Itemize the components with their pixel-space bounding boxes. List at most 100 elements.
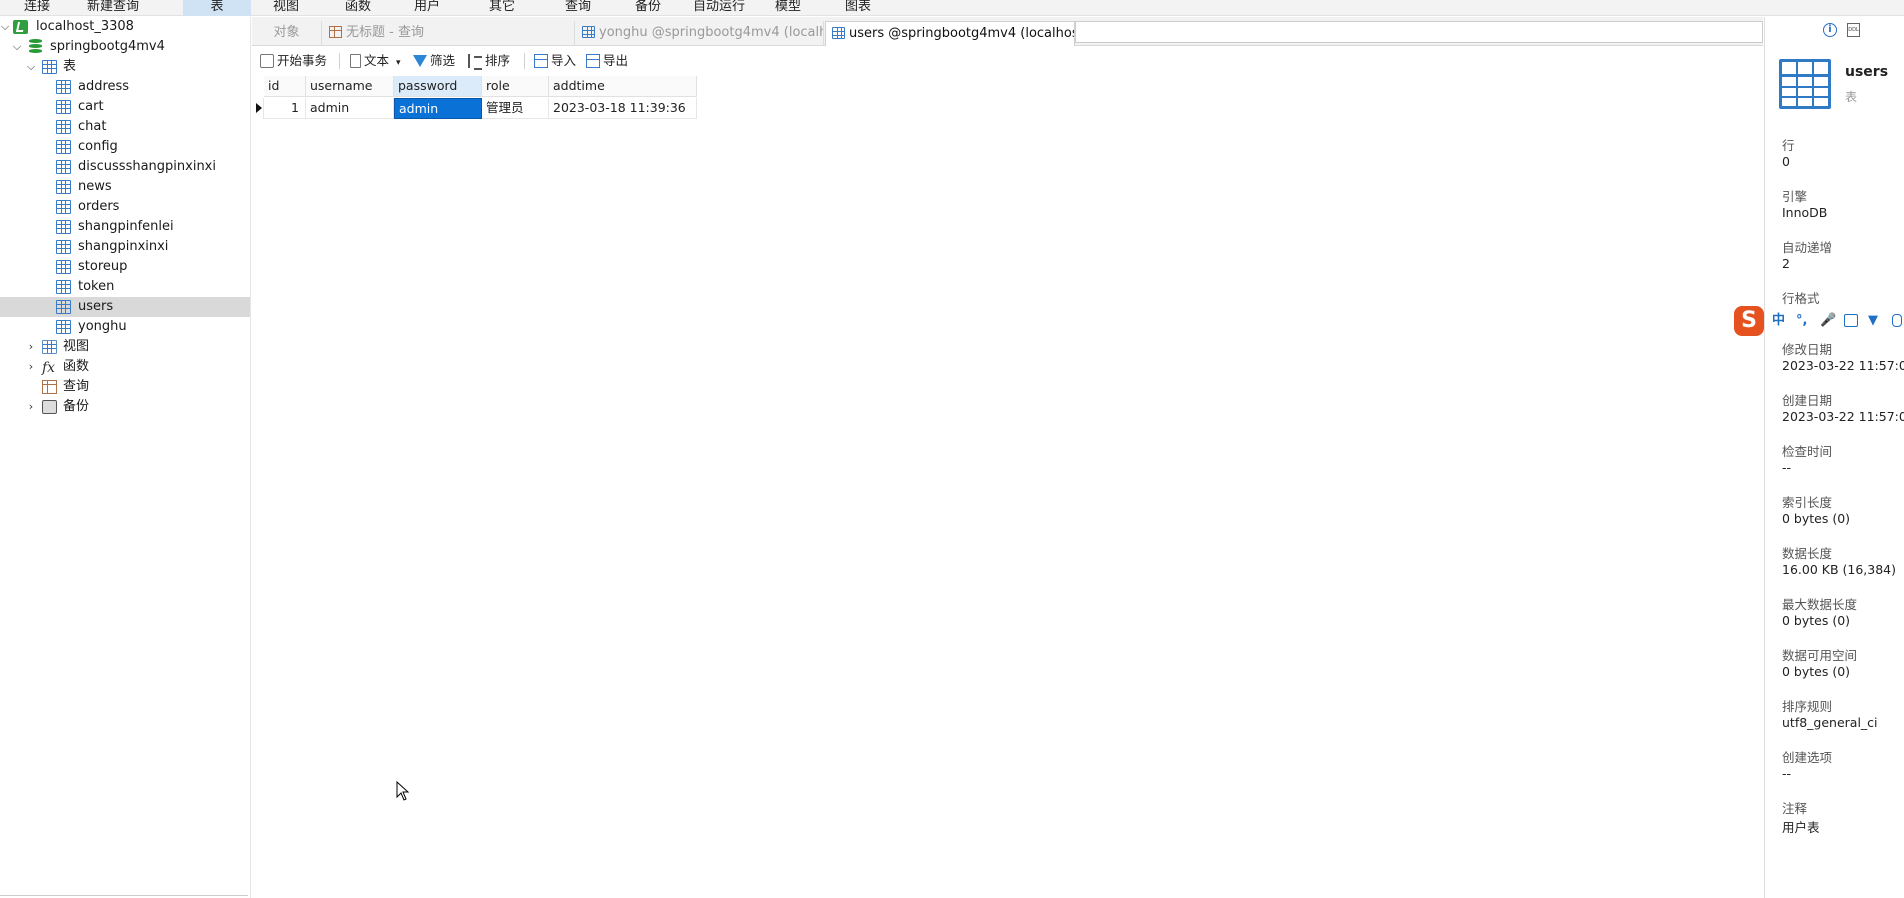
text-button[interactable]: 文本 ▾ — [350, 51, 401, 71]
tree-table-label: chat — [78, 119, 107, 134]
keyboard-icon[interactable] — [1844, 314, 1858, 327]
backup-icon — [42, 400, 57, 414]
menu-chart[interactable]: 图表 — [840, 0, 876, 16]
info-value: -- — [1782, 460, 1792, 475]
chevron-right-icon[interactable]: › — [26, 357, 36, 377]
toolbar-divider — [524, 53, 525, 69]
column-header-id[interactable]: id — [264, 76, 306, 97]
cell-password-selected[interactable]: admin — [394, 98, 482, 119]
menu-backup[interactable]: 备份 — [630, 0, 666, 16]
tree-table-label: shangpinxinxi — [78, 239, 169, 254]
tree-table-label: orders — [78, 199, 120, 214]
tree-functions-label: 函数 — [63, 359, 90, 374]
chevron-down-icon[interactable]: ⌵ — [12, 37, 22, 57]
ime-toolbar[interactable]: S 中 °, 🎤 ▼ — [1734, 301, 1904, 341]
column-header-username[interactable]: username — [306, 76, 394, 97]
caret-down-icon[interactable]: ▾ — [396, 58, 401, 68]
info-label: 排序规则 — [1782, 699, 1833, 714]
tab-users-label: users @springbootg4mv4 (localhost... — [849, 26, 1075, 41]
tree-table-item[interactable]: shangpinxinxi — [0, 237, 250, 257]
menu-function[interactable]: 函数 — [340, 0, 376, 16]
menu-new-query[interactable]: 新建查询 — [80, 0, 146, 16]
menu-table[interactable]: 表 — [183, 0, 251, 16]
info-label: 创建日期 — [1782, 393, 1833, 408]
menu-user[interactable]: 用户 — [409, 0, 445, 16]
table-group-icon — [42, 60, 57, 74]
cell-role[interactable]: 管理员 — [482, 98, 549, 119]
tree-table-item[interactable]: discussshangpinxinxi — [0, 157, 250, 177]
column-header-addtime[interactable]: addtime — [549, 76, 697, 97]
menu-model[interactable]: 模型 — [770, 0, 806, 16]
info-label: 修改日期 — [1782, 342, 1833, 357]
tree-table-item[interactable]: shangpinfenlei — [0, 217, 250, 237]
tree-table-label: discussshangpinxinxi — [78, 159, 216, 174]
tree-views-label: 视图 — [63, 339, 90, 354]
info-label: 数据长度 — [1782, 546, 1833, 561]
toolbar-divider — [339, 53, 340, 69]
tab-untitled-query-label: 无标题 - 查询 — [346, 25, 424, 40]
tree-tables-group-label: 表 — [63, 59, 77, 74]
tab-users[interactable]: users @springbootg4mv4 (localhost... — [825, 21, 1075, 46]
tree-table-item[interactable]: orders — [0, 197, 250, 217]
tree-table-item-selected[interactable]: users — [0, 297, 250, 317]
info-value: 2 — [1782, 256, 1790, 271]
tree-table-item[interactable]: cart — [0, 97, 250, 117]
menu-view[interactable]: 视图 — [268, 0, 304, 16]
cell-username[interactable]: admin — [306, 98, 394, 119]
tree-connection[interactable]: ⌵ localhost_3308 — [0, 17, 250, 37]
info-label: 自动递增 — [1782, 240, 1833, 255]
tree-table-item[interactable]: yonghu — [0, 317, 250, 337]
cell-addtime[interactable]: 2023-03-18 11:39:36 — [549, 98, 697, 119]
tree-backups-group[interactable]: › 备份 — [0, 397, 250, 417]
info-value: 0 bytes (0) — [1782, 511, 1851, 526]
menu-query[interactable]: 查询 — [560, 0, 596, 16]
filter-icon — [413, 55, 427, 67]
ime-mode-toggle[interactable]: 中 — [1772, 313, 1785, 329]
tab-objects-label: 对象 — [273, 25, 300, 40]
tree-table-item[interactable]: config — [0, 137, 250, 157]
toolbox-icon[interactable] — [1892, 314, 1902, 327]
tree-queries-group[interactable]: 查询 — [0, 377, 250, 397]
tree-table-item[interactable]: news — [0, 177, 250, 197]
menu-connect[interactable]: 连接 — [14, 0, 60, 16]
column-header-role[interactable]: role — [482, 76, 549, 97]
info-value: utf8_general_ci — [1782, 715, 1878, 730]
export-button[interactable]: 导出 — [586, 51, 628, 71]
begin-transaction-button[interactable]: 开始事务 — [260, 51, 327, 71]
tree-table-item[interactable]: chat — [0, 117, 250, 137]
import-button[interactable]: 导入 — [534, 51, 576, 71]
chevron-down-icon[interactable]: ⌵ — [26, 57, 36, 77]
skin-icon[interactable]: ▼ — [1868, 313, 1878, 329]
sort-button[interactable]: 排序 — [468, 51, 510, 71]
tree-tables-group[interactable]: ⌵ 表 — [0, 57, 250, 77]
table-icon — [832, 27, 845, 39]
tree-database[interactable]: ⌵ springbootg4mv4 — [0, 37, 250, 57]
chevron-right-icon[interactable]: › — [26, 337, 36, 357]
chevron-down-icon[interactable]: ⌵ — [0, 17, 10, 37]
chevron-right-icon[interactable]: › — [26, 397, 36, 417]
info-value: 0 bytes (0) — [1782, 613, 1851, 628]
menu-automation[interactable]: 自动运行 — [690, 0, 748, 16]
tree-table-item[interactable]: storeup — [0, 257, 250, 277]
info-icon[interactable]: i — [1823, 23, 1837, 37]
ddl-icon[interactable]: DDL — [1847, 23, 1860, 37]
tree-table-item[interactable]: token — [0, 277, 250, 297]
menu-other[interactable]: 其它 — [484, 0, 520, 16]
tab-objects[interactable]: 对象 — [252, 21, 322, 46]
tree-table-item[interactable]: address — [0, 77, 250, 97]
microphone-icon[interactable]: 🎤 — [1820, 313, 1836, 329]
tree-views-group[interactable]: › 视图 — [0, 337, 250, 357]
table-icon — [56, 140, 71, 154]
tree-functions-group[interactable]: › fx 函数 — [0, 357, 250, 377]
column-header-password[interactable]: password — [394, 76, 482, 97]
function-icon: fx — [42, 360, 56, 376]
import-icon — [534, 54, 548, 68]
tab-yonghu[interactable]: yonghu @springbootg4mv4 (localho... — [576, 21, 824, 46]
tree-table-label: address — [78, 79, 130, 94]
tab-untitled-query[interactable]: 无标题 - 查询 — [323, 21, 575, 46]
filter-button[interactable]: 筛选 — [413, 51, 455, 71]
cell-id[interactable]: 1 — [264, 98, 306, 119]
current-row-indicator[interactable] — [252, 98, 264, 119]
ime-logo-icon[interactable]: S — [1734, 306, 1764, 336]
ime-punctuation-toggle[interactable]: °, — [1796, 313, 1807, 329]
